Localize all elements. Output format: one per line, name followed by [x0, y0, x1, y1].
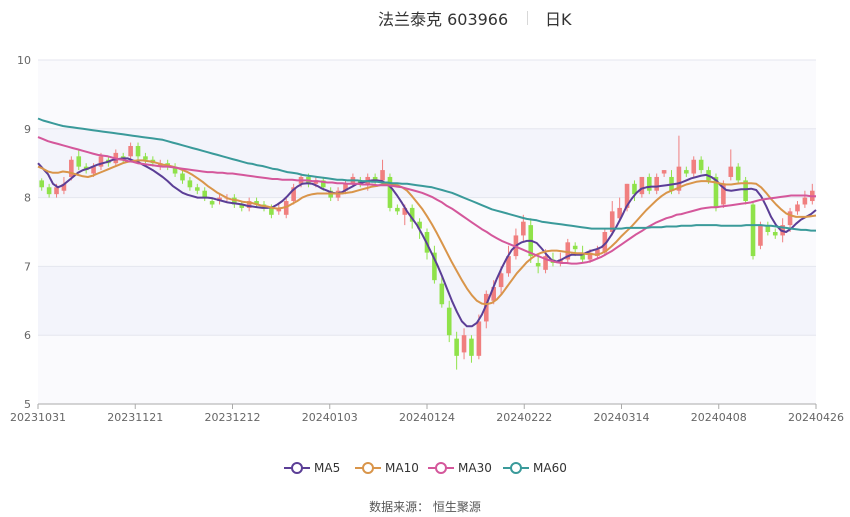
candle-body: [439, 283, 445, 305]
candle-body: [380, 170, 385, 181]
x-tick-label: 20240124: [399, 411, 455, 424]
candle-body: [469, 338, 474, 356]
chart-legend: MA5 MA10 MA30 MA60: [0, 458, 850, 478]
y-tick-label: 10: [17, 54, 31, 67]
candle-body: [128, 146, 133, 157]
grid-band: [38, 266, 816, 336]
candle-body: [180, 173, 185, 181]
legend-item-ma10[interactable]: MA10: [355, 458, 419, 478]
y-tick-label: 5: [24, 398, 31, 411]
y-tick-label: 9: [24, 123, 31, 136]
data-source: 数据来源： 恒生聚源: [0, 498, 850, 515]
candle-body: [46, 187, 52, 195]
candle-body: [661, 170, 667, 174]
candle-body: [758, 225, 763, 246]
candlestick-chart: 5 6 7 8 9 10 20231031 20231121 20231212 20240103 2…: [10, 54, 844, 424]
candle-body: [395, 207, 400, 212]
candle-body: [572, 245, 578, 250]
candle-body: [195, 187, 200, 191]
candle-body: [521, 221, 526, 236]
x-tick-label: 20240222: [496, 411, 552, 424]
candle-body: [772, 232, 778, 236]
candle-body: [639, 176, 645, 195]
x-tick-label: 20231212: [205, 411, 261, 424]
candle-body: [684, 170, 689, 174]
candle-body: [691, 159, 697, 174]
x-tick-label: 20240426: [788, 411, 844, 424]
candle-body: [498, 273, 504, 288]
candle-body: [476, 321, 482, 356]
x-tick-label: 20231121: [107, 411, 163, 424]
data-source-label: 数据来源：: [369, 500, 430, 514]
candle-body: [795, 204, 800, 212]
legend-label-ma60: MA60: [533, 461, 567, 475]
candle-body: [387, 176, 393, 208]
legend-item-ma30[interactable]: MA30: [428, 458, 492, 478]
candle-body: [461, 335, 467, 353]
candle-body: [735, 166, 741, 181]
candle-body: [535, 262, 541, 267]
candle-body: [454, 338, 459, 356]
legend-marker-ma60: [503, 462, 529, 474]
legend-label-ma5: MA5: [314, 461, 341, 475]
candle-body: [76, 156, 82, 167]
candle-body: [698, 159, 704, 171]
x-tick-label: 20240408: [691, 411, 747, 424]
y-tick-label: 8: [24, 192, 31, 205]
legend-item-ma5[interactable]: MA5: [284, 458, 340, 478]
x-tick-label: 20231031: [10, 411, 66, 424]
candle-body: [728, 166, 734, 177]
candle-body: [135, 146, 141, 157]
y-tick-label: 7: [24, 260, 31, 273]
grid-band: [38, 335, 816, 404]
legend-item-ma60[interactable]: MA60: [503, 458, 567, 478]
x-tick-label: 20240103: [302, 411, 358, 424]
grid-band: [38, 60, 816, 129]
legend-marker-ma5: [284, 462, 310, 474]
candle-body: [446, 307, 452, 336]
x-tick-label: 20240314: [594, 411, 650, 424]
data-source-value: 恒生聚源: [432, 500, 481, 514]
candle-body: [39, 180, 45, 188]
legend-label-ma10: MA10: [385, 461, 419, 475]
candle-body: [802, 197, 808, 205]
legend-marker-ma10: [355, 462, 381, 474]
candle-body: [750, 204, 756, 257]
legend-marker-ma30: [428, 462, 454, 474]
candle-body: [646, 176, 652, 191]
candle-body: [654, 176, 659, 191]
candle-body: [209, 201, 215, 205]
candle-body: [187, 180, 193, 188]
candle-body: [143, 156, 148, 160]
candle-body: [202, 190, 208, 198]
candle-body: [54, 187, 59, 195]
legend-label-ma30: MA30: [458, 461, 492, 475]
y-tick-label: 6: [24, 329, 31, 342]
